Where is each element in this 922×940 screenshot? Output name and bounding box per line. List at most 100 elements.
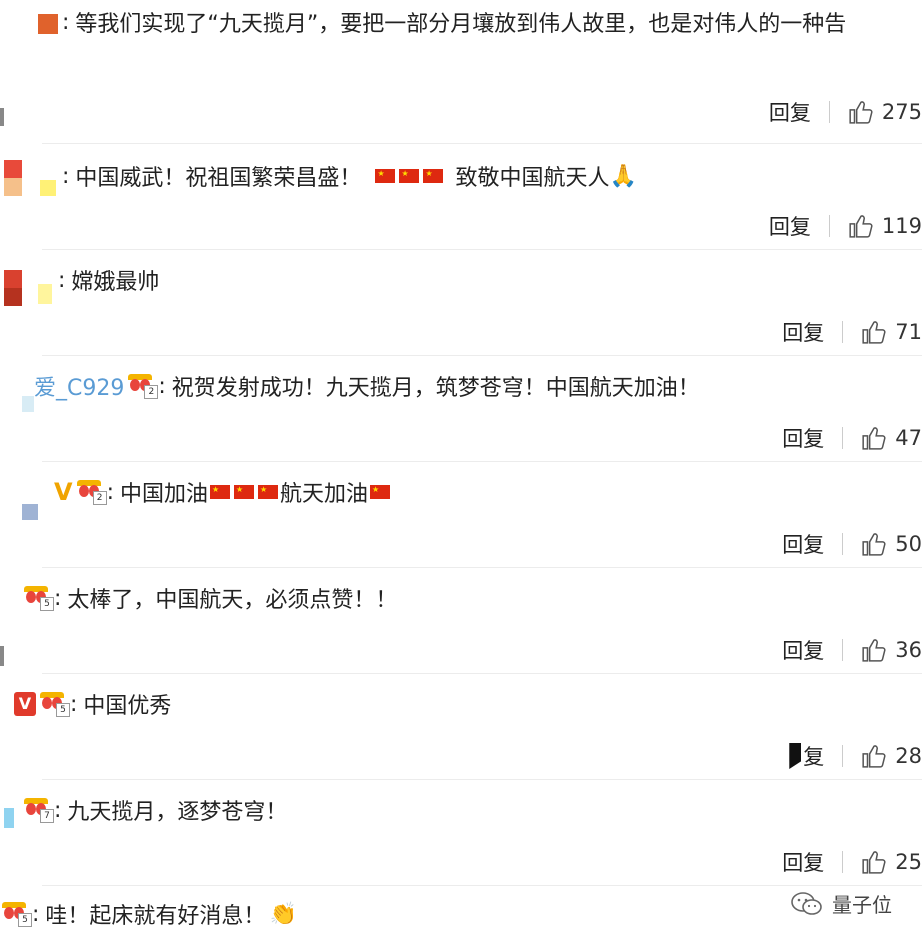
comment-item: 5 : 哇！起床就有好消息！ 👏 [0,886,922,940]
comment-item: : 嫦娥最帅 回复 71 [0,250,922,356]
comment-item: 5 : 太棒了，中国航天，必须点赞！！ 回复 36 [0,568,922,674]
thumbs-up-icon[interactable] [861,849,887,875]
fan-crown-badge-icon: 7 [24,798,54,823]
comment-content: V 5 : 中国优秀 [14,684,171,724]
comment-text: 嫦娥最帅 [71,270,160,295]
like-count: 275 [881,100,922,124]
comment-text-2: 航天加油 [280,482,369,507]
colon: : [70,691,78,717]
comment-text: 等我们实现了“九天揽月”，要把一部分月壤放到伟人故里，也是对伟人的一种告 [75,12,847,37]
reply-button[interactable]: 回复 [782,423,824,453]
thumbs-up-icon[interactable] [861,425,887,451]
thumbs-up-icon[interactable] [861,531,887,557]
avatar-badge [40,180,56,196]
comment-text: 太棒了，中国航天，必须点赞！！ [67,588,398,613]
divider [828,101,830,123]
comment-text: 中国威武！祝祖国繁荣昌盛！ [75,166,362,191]
comment-text: 中国加油 [120,482,209,507]
colon: : [62,163,70,189]
reply-button[interactable]: 回复 [782,317,824,347]
fan-crown-badge-icon: 5 [24,586,54,611]
comment-item: : 中国威武！祝祖国繁荣昌盛！ 致敬中国航天人 🙏 回复 119 [0,144,922,250]
avatar [22,504,38,520]
reply-button[interactable]: 复 [803,741,824,771]
like-count: 50 [895,532,922,556]
divider [842,639,844,661]
reply-button[interactable]: 回复 [782,529,824,559]
wechat-logo-icon [791,891,822,915]
comment-item: 爱_C929 2 : 祝贺发射成功！九天揽月，筑梦苍穹！中国航天加油！ 回复 4… [0,356,922,462]
colon: : [158,373,166,399]
comment-content: 爱_C929 2 : 祝贺发射成功！九天揽月，筑梦苍穹！中国航天加油！ [34,366,700,406]
comment-item: V 2 : 中国加油 航天加油 回复 50 [0,462,922,568]
verified-v-badge: V [54,478,73,506]
comment-actions: 回复 25 [782,844,922,880]
thumbs-up-icon[interactable] [848,99,874,125]
fan-crown-badge-icon: 2 [128,374,159,399]
china-flag-emoji [375,169,396,183]
comment-item: V 5 : 中国优秀 复 28 [0,674,922,780]
china-flag-emoji [423,169,444,183]
china-flag-emoji [370,485,391,499]
thumbs-up-icon[interactable] [861,743,887,769]
china-flag-emoji [210,485,231,499]
china-flag-emoji [234,485,255,499]
level-number: 5 [40,597,54,611]
comment-actions: 复 28 [789,738,922,774]
comment-content: 5 : 太棒了，中国航天，必须点赞！！ [24,578,397,618]
level-number: 5 [18,913,32,927]
reply-button[interactable]: 回复 [782,847,824,877]
avatar [22,396,34,412]
thumbs-up-icon[interactable] [861,319,887,345]
thumbs-up-icon[interactable] [848,213,874,239]
thumbs-up-icon[interactable] [861,637,887,663]
like-count: 25 [895,850,922,874]
reply-button[interactable]: 回复 [769,97,811,127]
avatar-badge [38,284,52,304]
fan-crown-badge-icon: 5 [40,692,70,717]
comment-actions: 回复 119 [769,208,922,244]
fan-crown-badge-icon: 5 [2,902,32,927]
verified-v-badge: V [14,692,36,716]
fan-crown-badge-icon: 2 [76,480,107,505]
comment-text: 九天揽月，逐梦苍穹！ [67,800,288,825]
comment-text: 哇！起床就有好消息！ [45,904,266,929]
avatar [4,270,22,306]
level-number: 5 [56,703,70,717]
comment-actions: 回复 50 [782,526,922,562]
watermark: 量子位 [790,889,892,918]
china-flag-emoji [258,485,279,499]
comment-text-2: 致敬中国航天人 [455,166,610,191]
like-count: 71 [895,320,922,344]
username[interactable]: 爱_C929 [34,370,124,402]
reply-button[interactable]: 回复 [769,211,811,241]
colon: : [32,901,40,927]
colon: : [54,585,62,611]
comment-content: V 2 : 中国加油 航天加油 [54,472,392,512]
clapping-hands-emoji: 👏 [269,901,297,927]
comment-actions: 回复 71 [782,314,922,350]
china-flag-emoji [399,169,420,183]
cursor-icon [789,743,802,769]
like-count: 119 [881,214,922,238]
comment-item: : 等我们实现了“九天揽月”，要把一部分月壤放到伟人故里，也是对伟人的一种告 回… [0,0,922,144]
comment-text: 祝贺发射成功！九天揽月，筑梦苍穹！中国航天加油！ [171,376,700,401]
like-count: 47 [895,426,922,450]
colon: : [106,479,114,505]
comment-item: 7 : 九天揽月，逐梦苍穹！ 回复 25 [0,780,922,886]
divider [842,427,844,449]
comment-content: : 中国威武！祝祖国繁荣昌盛！ 致敬中国航天人 🙏 [60,156,637,196]
scroll-marker [0,646,4,666]
comment-actions: 回复 47 [782,420,922,456]
watermark-text: 量子位 [832,893,892,917]
level-number: 7 [40,809,54,823]
colon: : [58,267,66,293]
like-count: 36 [895,638,922,662]
reply-button[interactable]: 回复 [782,635,824,665]
comment-content: 5 : 哇！起床就有好消息！ 👏 [2,894,297,934]
comment-content: : 等我们实现了“九天揽月”，要把一部分月壤放到伟人故里，也是对伟人的一种告 [60,2,846,42]
colon: : [62,9,70,35]
scroll-marker [0,108,4,126]
divider [842,533,844,555]
avatar [4,160,22,196]
